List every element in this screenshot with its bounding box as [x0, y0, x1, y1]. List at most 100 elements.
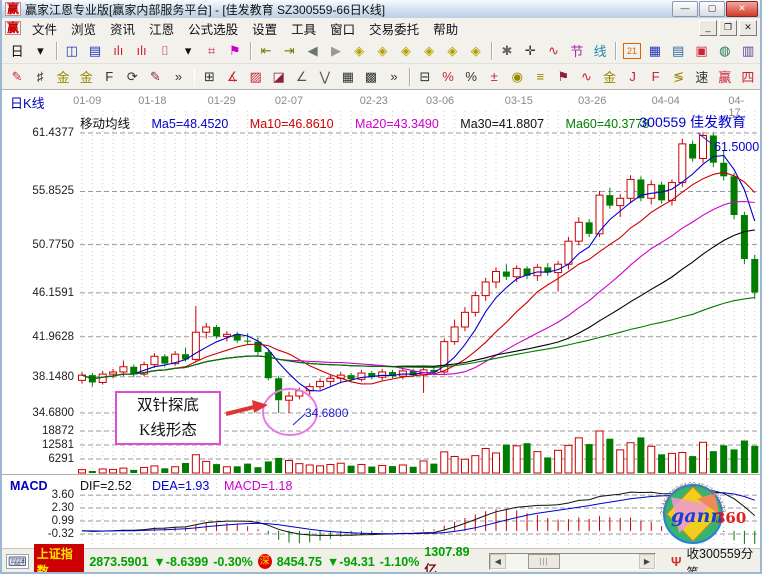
- menu-item-4[interactable]: 公式选股: [181, 21, 245, 39]
- speed-line-icon[interactable]: 速: [691, 65, 713, 89]
- fan-box-icon[interactable]: ▨: [245, 65, 267, 89]
- scrollbar-thumb[interactable]: |||: [528, 554, 560, 569]
- hand-pan-icon[interactable]: ✱: [496, 39, 518, 63]
- sz-index-pct: -1.10%: [380, 555, 420, 569]
- calculator-icon[interactable]: ▦: [644, 39, 666, 63]
- percent-line-icon[interactable]: ±: [483, 65, 505, 89]
- menu-item-3[interactable]: 江恩: [142, 21, 181, 39]
- gold-grid-icon[interactable]: 金: [52, 65, 74, 89]
- zoom-in-diamond-icon[interactable]: ◈: [465, 39, 487, 63]
- menu-item-8[interactable]: 交易委托: [362, 21, 426, 39]
- x-axis-label-02-23: 02-23: [360, 95, 388, 107]
- pattern-annotation-box: 双针探底 K线形态: [115, 391, 221, 445]
- high-price-label: 61.5000: [714, 140, 759, 154]
- macd-panel-label: MACD: [10, 479, 48, 493]
- report-icon[interactable]: ⌗: [200, 39, 222, 63]
- spiral-tool-icon[interactable]: ⟳: [121, 65, 143, 89]
- pattern-annotation-line2: K线形态: [117, 418, 219, 443]
- marker-tool-icon[interactable]: ✎: [144, 65, 166, 89]
- fibonacci-grid-icon[interactable]: F: [98, 65, 120, 89]
- j-line-icon[interactable]: J: [622, 65, 644, 89]
- pattern-search-icon[interactable]: ∿: [542, 39, 564, 63]
- flag-line-icon[interactable]: ⚑: [552, 65, 574, 89]
- horizontal-scrollbar[interactable]: ◀ ||| ▶: [489, 553, 656, 570]
- price-axis-label-50.775: 50.7750: [2, 239, 74, 251]
- gold-angle-icon[interactable]: ≶: [668, 65, 690, 89]
- calendar-21-icon[interactable]: 21: [623, 43, 640, 59]
- grid-tool-icon[interactable]: ♯: [29, 65, 51, 89]
- candle-dropdown-arrow[interactable]: ▾: [177, 39, 199, 63]
- f-line-icon[interactable]: F: [645, 65, 667, 89]
- winner-line-icon[interactable]: 赢: [714, 65, 736, 89]
- color-flag-icon[interactable]: ⚑: [224, 39, 246, 63]
- x-axis-label-03-26: 03-26: [578, 95, 606, 107]
- gann-left-diamond-icon[interactable]: ◈: [348, 39, 370, 63]
- zoom-out-diamond-icon[interactable]: ◈: [441, 39, 463, 63]
- square-grid-icon[interactable]: ▦: [337, 65, 359, 89]
- gann-fan-icon[interactable]: ∡: [222, 65, 244, 89]
- scroll-right-arrow[interactable]: ▶: [639, 554, 655, 569]
- bars-9-icon[interactable]: ılı: [130, 39, 152, 63]
- minimize-button[interactable]: —: [672, 1, 698, 17]
- menu-item-2[interactable]: 资讯: [103, 21, 142, 39]
- keyboard-icon[interactable]: ⌨: [6, 554, 29, 569]
- sh-index-badge[interactable]: 上证指数: [34, 544, 85, 574]
- gann-compress-diamond-icon[interactable]: ◈: [418, 39, 440, 63]
- menu-item-0[interactable]: 文件: [25, 21, 64, 39]
- overflow-more2-icon[interactable]: »: [383, 65, 405, 89]
- menu-item-6[interactable]: 工具: [284, 21, 323, 39]
- sz-index-icon[interactable]: 深: [258, 554, 272, 569]
- maximize-button[interactable]: ▢: [699, 1, 725, 17]
- gann-expand-diamond-icon[interactable]: ◈: [395, 39, 417, 63]
- menu-item-9[interactable]: 帮助: [426, 21, 465, 39]
- menu-item-5[interactable]: 设置: [245, 21, 284, 39]
- chart-area[interactable]: 日K线 01-0901-1801-2902-0702-2303-0603-150…: [2, 90, 762, 548]
- close-button[interactable]: ✕: [726, 1, 758, 17]
- bars-3-icon[interactable]: ılı: [107, 39, 129, 63]
- gann-right-diamond-icon[interactable]: ◈: [371, 39, 393, 63]
- last-bar-icon[interactable]: ⇥: [278, 39, 300, 63]
- zigzag-icon[interactable]: ⋁: [314, 65, 336, 89]
- scroll-left-arrow[interactable]: ◀: [490, 554, 506, 569]
- hex-grid-icon[interactable]: ▩: [360, 65, 382, 89]
- mdi-minimize-button[interactable]: _: [699, 20, 717, 36]
- volume-axis-label-6291: 6291: [2, 453, 74, 465]
- gold-section-icon[interactable]: 金: [598, 65, 620, 89]
- web-sync-icon[interactable]: ◍: [714, 39, 736, 63]
- four-line-icon[interactable]: 四: [737, 65, 759, 89]
- gold-grid2-icon[interactable]: 金: [75, 65, 97, 89]
- gold-lines-icon[interactable]: ≡: [529, 65, 551, 89]
- notes-icon[interactable]: ▤: [667, 39, 689, 63]
- prev-bar-icon[interactable]: ◀: [302, 39, 324, 63]
- chart-window-icon[interactable]: ◫: [61, 39, 83, 63]
- save-icon[interactable]: ▣: [690, 39, 712, 63]
- gold-circle-icon[interactable]: ◉: [506, 65, 528, 89]
- period-day-selector[interactable]: 日: [6, 39, 28, 63]
- period-dropdown-arrow[interactable]: ▾: [29, 39, 51, 63]
- menu-item-7[interactable]: 窗口: [323, 21, 362, 39]
- menu-item-1[interactable]: 浏览: [64, 21, 103, 39]
- hist-panel-icon[interactable]: ⊟: [414, 65, 436, 89]
- candle-style-icon[interactable]: ⌷: [154, 39, 176, 63]
- mdi-restore-button[interactable]: ❐: [719, 20, 737, 36]
- overflow-more-icon[interactable]: »: [167, 65, 189, 89]
- data-transfer-icon[interactable]: ▥: [737, 39, 759, 63]
- angle-line-icon[interactable]: ∠: [291, 65, 313, 89]
- percent-retrace-icon[interactable]: %: [437, 65, 459, 89]
- box-select-icon[interactable]: ⊞: [198, 65, 220, 89]
- next-bar-icon[interactable]: ▶: [325, 39, 347, 63]
- macd-dea-value: DEA=1.93: [152, 479, 209, 493]
- wave-tool-icon[interactable]: ∿: [575, 65, 597, 89]
- brush-tool-icon[interactable]: ✎: [6, 65, 28, 89]
- percent-icon[interactable]: %: [460, 65, 482, 89]
- festival-tool-icon[interactable]: 节: [566, 39, 588, 63]
- mdi-close-button[interactable]: ✕: [739, 20, 757, 36]
- shaded-box-icon[interactable]: ◪: [268, 65, 290, 89]
- sz-index-value: 8454.75: [277, 555, 322, 569]
- ma30-value: Ma30=41.8807: [460, 117, 544, 131]
- crosshair-icon[interactable]: ✛: [519, 39, 541, 63]
- price-axis-label-38.148: 38.1480: [2, 371, 74, 383]
- first-bar-icon[interactable]: ⇤: [255, 39, 277, 63]
- f10-info-icon[interactable]: ▤: [84, 39, 106, 63]
- line-style-icon[interactable]: 线: [589, 39, 611, 63]
